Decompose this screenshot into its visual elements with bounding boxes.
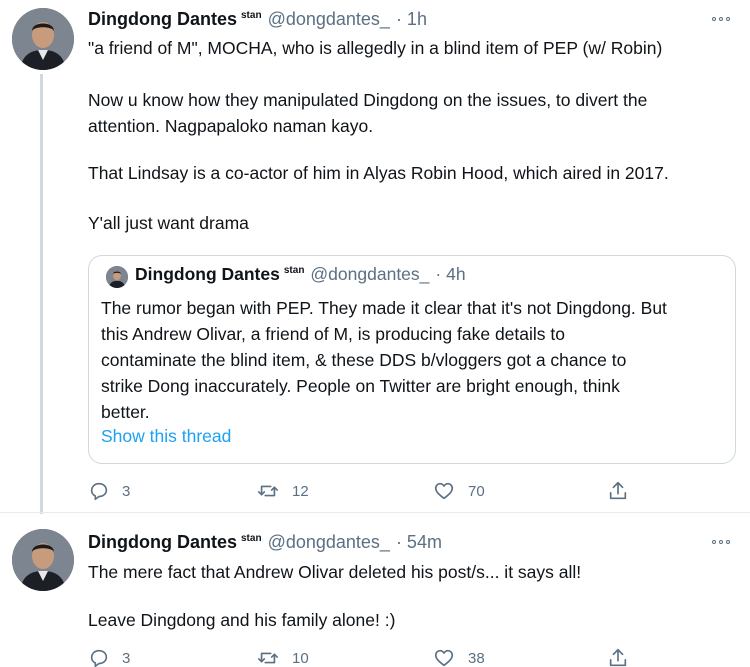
tweet-header: Dingdong Dantes stan @dongdantes_ · 54m [88,532,442,556]
tweet-divider [0,512,750,513]
tweet-text-line: Now u know how they manipulated Dingdong… [88,90,648,110]
like-button[interactable]: 38 [432,645,485,667]
quote-avatar [106,266,128,288]
tweet-text-line: Leave Dingdong and his family alone! :) [88,610,396,630]
name-suffix: stan [241,10,262,21]
reply-count: 3 [122,482,131,500]
quote-text-line: this Andrew Olivar, a friend of M, is pr… [101,324,565,344]
quote-handle: @dongdantes_ [310,264,430,284]
heart-icon [434,482,454,500]
reply-count: 3 [122,649,131,667]
avatar[interactable] [12,529,74,591]
quote-text-line: The rumor began with PEP. They made it c… [101,298,667,318]
quoted-tweet[interactable]: Dingdong Dantes stan @dongdantes_ · 4h T… [88,255,736,464]
tweet-actions: 3 10 38 [88,645,648,667]
share-button[interactable] [607,478,629,504]
quote-text-line: strike Dong inaccurately. People on Twit… [101,376,620,396]
share-icon [609,648,627,667]
retweet-button[interactable]: 10 [256,645,309,667]
quote-text: The rumor began with PEP. They made it c… [101,295,729,425]
thread-line [40,74,43,514]
retweet-icon [258,485,278,497]
tweet-text-line: The mere fact that Andrew Olivar deleted… [88,562,582,582]
tweet-time[interactable]: · 1h [396,9,427,30]
reply-icon [90,482,108,501]
retweet-count: 10 [292,649,309,667]
quote-display-name: Dingdong Dantes [135,264,280,284]
quote-time: · 4h [435,264,466,284]
name-suffix: stan [241,533,262,544]
share-icon [609,481,627,500]
reply-button[interactable]: 3 [88,645,130,667]
reply-button[interactable]: 3 [88,478,130,504]
display-name[interactable]: Dingdong Dantes [88,532,237,553]
tweet-text-line: attention. Nagpapaloko naman kayo. [88,116,374,136]
tweet[interactable]: Dingdong Dantes stan @dongdantes_ · 1h "… [0,0,750,514]
user-handle[interactable]: @dongdantes_ [268,9,390,30]
heart-icon [434,649,454,667]
quote-text-line: contaminate the blind item, & these DDS … [101,350,627,370]
tweet-text-line: Y'all just want drama [88,213,249,233]
retweet-icon [258,652,278,664]
user-handle[interactable]: @dongdantes_ [268,532,390,553]
tweet-header: Dingdong Dantes stan @dongdantes_ · 1h [88,9,427,33]
show-thread-link[interactable]: Show this thread [101,426,231,447]
tweet-actions: 3 12 70 [88,478,648,504]
quote-header: Dingdong Dantes stan @dongdantes_ · 4h [135,264,466,285]
share-button[interactable] [607,645,629,667]
reply-icon [90,649,108,667]
quote-text-line: better. [101,402,150,422]
display-name[interactable]: Dingdong Dantes [88,9,237,30]
tweet-text-line: That Lindsay is a co-actor of him in Aly… [88,163,669,183]
tweet-text-line: "a friend of M", MOCHA, who is allegedly… [88,38,663,58]
tweet-time[interactable]: · 54m [396,532,442,553]
tweet[interactable]: Dingdong Dantes stan @dongdantes_ · 54m … [0,520,750,667]
like-button[interactable]: 70 [432,478,485,504]
avatar[interactable] [12,8,74,70]
like-count: 70 [468,482,485,500]
retweet-count: 12 [292,482,309,500]
quote-name-suffix: stan [283,265,305,276]
like-count: 38 [468,649,485,667]
more-options-icon[interactable] [712,535,734,549]
more-options-icon[interactable] [712,12,734,26]
retweet-button[interactable]: 12 [256,478,309,504]
